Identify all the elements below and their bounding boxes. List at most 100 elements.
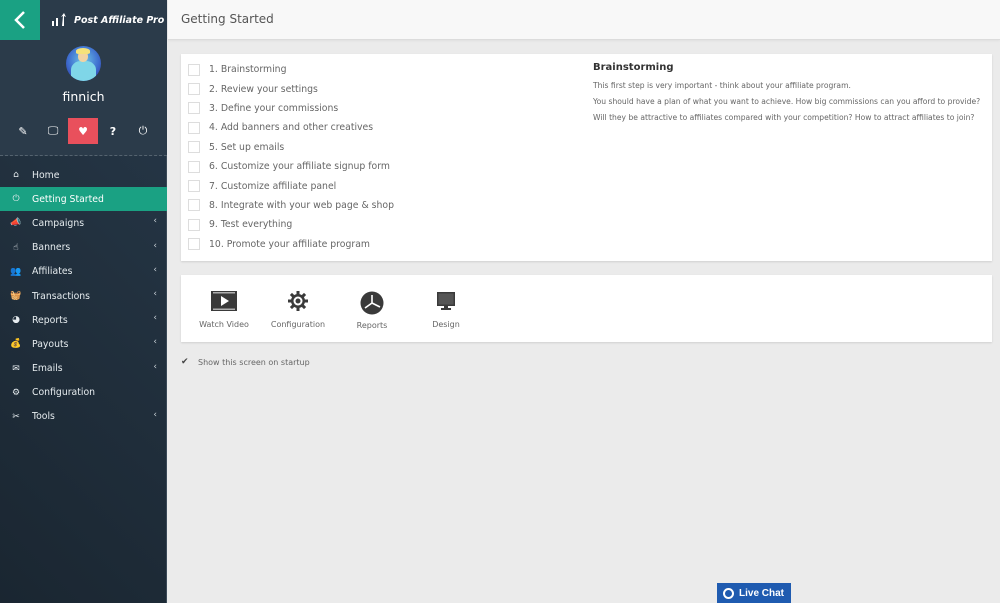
step-item[interactable]: 8. Integrate with your web page & shop: [188, 196, 394, 215]
step-checkbox[interactable]: [188, 218, 200, 231]
shortcuts-panel: Watch Video Configuration Reports Design: [181, 275, 992, 342]
step-checkbox[interactable]: [188, 83, 200, 96]
banners-icon: ☝: [13, 242, 19, 253]
step-label: 8. Integrate with your web page & shop: [209, 199, 394, 211]
sidebar-item-label: Banners: [32, 242, 71, 254]
step-detail-line: You should have a plan of what you want …: [593, 96, 981, 106]
configuration-shortcut[interactable]: Configuration: [258, 291, 338, 329]
step-checkbox[interactable]: [188, 199, 200, 212]
username: finnich: [62, 89, 105, 104]
shortcut-label: Reports: [356, 321, 388, 330]
user-profile: finnich ✎ 🖵 ♥ ? ⏻: [0, 40, 167, 156]
configuration-icon: ⚙: [11, 387, 21, 398]
chevron-left-icon: ‹: [153, 288, 157, 299]
design-shortcut[interactable]: Design: [406, 291, 486, 329]
collapse-sidebar-button[interactable]: [0, 0, 40, 40]
sidebar-item-getting-started[interactable]: ⏻ Getting Started: [0, 187, 167, 212]
step-item[interactable]: 9. Test everything: [188, 215, 394, 234]
step-item[interactable]: 10. Promote your affiliate program: [188, 235, 394, 254]
pie-chart-icon: [360, 291, 384, 315]
power-icon: ⏻: [138, 124, 148, 137]
sidebar-item-configuration[interactable]: ⚙ Configuration: [0, 381, 167, 405]
chevron-left-icon: ‹: [153, 216, 157, 227]
step-label: 5. Set up emails: [209, 141, 285, 153]
step-checkbox[interactable]: [188, 141, 200, 154]
transactions-icon: 🧺: [10, 291, 22, 302]
step-checkbox[interactable]: [188, 180, 200, 193]
logout-button[interactable]: ⏻: [128, 118, 158, 144]
page-header: Getting Started: [168, 0, 1000, 40]
logo[interactable]: Post Affiliate Pro: [40, 0, 167, 40]
step-item[interactable]: 2. Review your settings: [188, 79, 394, 98]
chat-bubble-icon: [723, 587, 734, 599]
heartbeat-button[interactable]: ♥: [68, 118, 98, 144]
profile-actions: ✎ 🖵 ♥ ? ⏻: [8, 118, 158, 144]
step-label: 4. Add banners and other creatives: [209, 122, 374, 134]
shortcut-label: Configuration: [270, 320, 326, 329]
step-checkbox[interactable]: [188, 160, 200, 173]
sidebar-item-label: Home: [32, 169, 60, 181]
getting-started-icon: ⏻: [12, 194, 20, 205]
step-label: 6. Customize your affiliate signup form: [209, 161, 390, 173]
page-title: Getting Started: [181, 12, 274, 26]
help-icon: ?: [109, 124, 117, 138]
step-label: 2. Review your settings: [209, 83, 318, 95]
step-label: 10. Promote your affiliate program: [209, 238, 370, 250]
sidebar-item-affiliates[interactable]: 👥 Affiliates ‹: [0, 260, 167, 284]
sidebar-item-label: Transactions: [32, 290, 91, 302]
step-detail-line: This first step is very important - thin…: [593, 81, 851, 90]
chevron-left-icon: ‹: [153, 337, 157, 348]
affiliates-icon: 👥: [10, 266, 22, 277]
sidebar-item-tools[interactable]: ✂ Tools ‹: [0, 405, 167, 429]
checkmark-icon: ✔: [181, 357, 189, 367]
chevron-left-icon: ‹: [153, 409, 157, 420]
edit-profile-button[interactable]: ✎: [8, 118, 38, 144]
show-on-startup-checkbox[interactable]: ✔ Show this screen on startup: [181, 357, 310, 367]
sidebar-item-payouts[interactable]: 💰 Payouts ‹: [0, 332, 167, 356]
step-item[interactable]: 7. Customize affiliate panel: [188, 176, 394, 195]
getting-started-steps-panel: 1. Brainstorming 2. Review your settings 3…: [181, 54, 992, 261]
watch-video-shortcut[interactable]: Watch Video: [184, 291, 264, 329]
chevron-left-icon: ‹: [153, 361, 157, 372]
sidebar-item-label: Payouts: [32, 338, 69, 350]
sidebar: Post Affiliate Pro finnich ✎ 🖵 ♥ ? ⏻ ⌂ Ho…: [0, 0, 167, 603]
logo-text: Post Affiliate Pro: [74, 14, 165, 26]
step-item[interactable]: 5. Set up emails: [188, 138, 394, 157]
sidebar-item-label: Campaigns: [32, 217, 85, 229]
avatar[interactable]: [66, 46, 101, 81]
step-item[interactable]: 4. Add banners and other creatives: [188, 118, 394, 137]
step-item[interactable]: 3. Define your commissions: [188, 99, 394, 118]
edit-icon: ✎: [18, 124, 28, 138]
screen-button[interactable]: 🖵: [38, 118, 68, 144]
help-button[interactable]: ?: [98, 118, 128, 144]
sidebar-item-campaigns[interactable]: 📣 Campaigns ‹: [0, 211, 167, 235]
step-checkbox[interactable]: [188, 238, 200, 251]
step-label: 7. Customize affiliate panel: [209, 180, 337, 192]
home-icon: ⌂: [13, 170, 19, 181]
steps-list: 1. Brainstorming 2. Review your settings 3…: [188, 60, 394, 254]
step-label: 1. Brainstorming: [209, 64, 287, 76]
shortcut-label: Watch Video: [199, 320, 249, 329]
sidebar-item-transactions[interactable]: 🧺 Transactions ‹: [0, 284, 167, 308]
step-item[interactable]: 6. Customize your affiliate signup form: [188, 157, 394, 176]
step-checkbox[interactable]: [188, 63, 200, 76]
sidebar-item-label: Configuration: [32, 387, 96, 399]
emails-icon: ✉: [12, 363, 20, 374]
reports-shortcut[interactable]: Reports: [332, 291, 412, 330]
sidebar-item-label: Tools: [32, 411, 55, 423]
step-checkbox[interactable]: [188, 102, 200, 115]
live-chat-button[interactable]: Live Chat: [717, 583, 791, 603]
video-icon: [211, 291, 237, 311]
sidebar-item-banners[interactable]: ☝ Banners ‹: [0, 236, 167, 260]
sidebar-item-emails[interactable]: ✉ Emails ‹: [0, 357, 167, 381]
sidebar-item-reports[interactable]: ◕ Reports ‹: [0, 308, 167, 332]
step-item[interactable]: 1. Brainstorming: [188, 60, 394, 79]
sidebar-item-label: Reports: [32, 314, 68, 326]
reports-icon: ◕: [12, 315, 20, 326]
sidebar-item-home[interactable]: ⌂ Home: [0, 163, 167, 187]
logo-icon: [52, 13, 66, 26]
step-label: 9. Test everything: [209, 219, 293, 231]
step-checkbox[interactable]: [188, 121, 200, 134]
live-chat-label: Live Chat: [739, 587, 785, 599]
monitor-icon: 🖵: [47, 124, 59, 137]
